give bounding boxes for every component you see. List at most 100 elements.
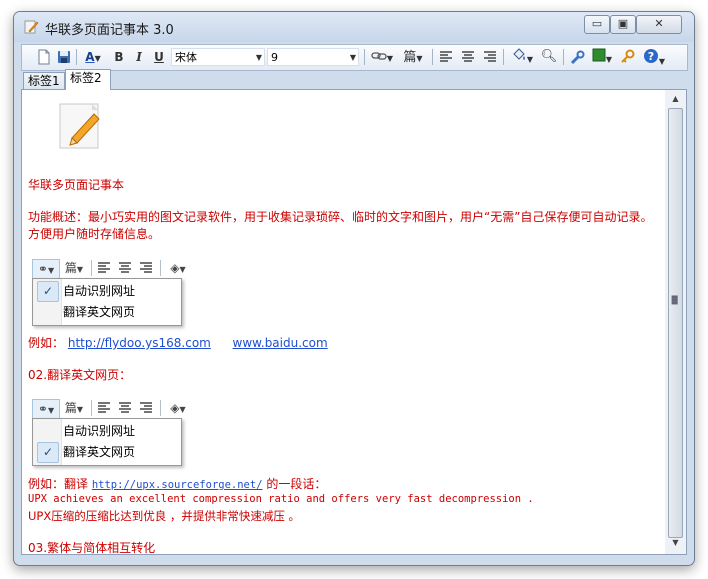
example1-link-flydoo[interactable]: http://flydoo.ys168.com xyxy=(68,336,211,350)
toolbar-separator xyxy=(91,260,92,276)
align-left-icon[interactable] xyxy=(438,48,454,66)
toolbar-separator xyxy=(503,49,504,65)
color-box-button[interactable]: ▼ xyxy=(589,48,615,66)
align-center-icon[interactable] xyxy=(460,48,476,66)
font-size-value: 9 xyxy=(271,51,278,64)
vertical-scrollbar[interactable]: ▲ ▬ ▬ ▬ ▼ xyxy=(665,89,687,555)
svg-text:?: ? xyxy=(648,50,654,63)
font-size-select[interactable]: 9 ▼ xyxy=(267,48,359,66)
chevron-down-icon: ▼ xyxy=(605,55,613,64)
scroll-up-icon[interactable]: ▲ xyxy=(665,94,686,103)
chevron-down-icon: ▼ xyxy=(94,54,101,63)
menu-item-auto-url: 自动识别网址 xyxy=(63,284,136,298)
align-right-icon xyxy=(140,262,152,273)
bold-button[interactable]: B xyxy=(111,48,127,66)
section2-title: 02.翻译英文网页： xyxy=(28,368,132,382)
toolbar-separator xyxy=(563,49,564,65)
scroll-down-icon[interactable]: ▼ xyxy=(665,538,686,547)
new-doc-icon[interactable] xyxy=(36,48,52,66)
doc-heading: 华联多页面记事本 xyxy=(28,178,125,192)
align-right-icon[interactable] xyxy=(482,48,498,66)
fill-color-icon: ◈▼ xyxy=(170,401,186,415)
italic-button[interactable]: I xyxy=(131,48,147,66)
minimize-icon: ▭ xyxy=(591,17,603,30)
find-icon[interactable]: 🔍︎ xyxy=(540,48,558,66)
upx-english-text: UPX achieves an excellent compression ra… xyxy=(28,493,534,505)
align-left-icon xyxy=(98,402,110,413)
translate-icon: 篇▼ xyxy=(64,261,84,275)
chevron-down-icon: ▼ xyxy=(658,57,666,66)
toolbar-separator xyxy=(160,260,161,276)
example2-link-upx[interactable]: http://upx.sourceforge.net/ xyxy=(92,479,263,491)
toolbar-separator xyxy=(432,49,433,65)
tab-2[interactable]: 标签2 xyxy=(65,69,111,90)
align-left-icon xyxy=(98,262,110,273)
help-icon: ? xyxy=(643,49,658,63)
font-color-button[interactable]: A▼ xyxy=(80,48,106,66)
maximize-icon: ▣ xyxy=(617,17,629,30)
window-title: 华联多页面记事本 3.0 xyxy=(45,23,174,38)
translate-icon: 篇▼ xyxy=(64,401,84,415)
document-editor[interactable]: 华联多页面记事本 功能概述：最小巧实用的图文记录软件，用于收集记录琐碎、临时的文… xyxy=(21,89,667,555)
doc-desc-line1: 功能概述：最小巧实用的图文记录软件，用于收集记录琐碎、临时的文字和图片，用户“无… xyxy=(28,210,653,224)
toolbar-separator xyxy=(91,400,92,416)
link-menu-dropdown-2: 自动识别网址 ✓ 翻译英文网页 xyxy=(32,418,182,466)
check-icon: ✓ xyxy=(37,442,59,463)
link-menu-button[interactable]: ▼ xyxy=(368,48,396,66)
translate-icon: 篇 xyxy=(403,50,417,65)
scrollbar-grip-icon: ▬ ▬ ▬ xyxy=(670,292,679,307)
link-icon: ⚭▼ xyxy=(32,259,60,279)
chevron-down-icon: ▼ xyxy=(526,55,534,64)
link-menu-dropdown-1: ✓ 自动识别网址 翻译英文网页 xyxy=(32,278,182,326)
close-icon: ✕ xyxy=(654,17,664,30)
example1-link-baidu[interactable]: www.baidu.com xyxy=(233,336,328,350)
menu-item-translate: 翻译英文网页 xyxy=(63,305,136,319)
embedded-toolbar-image-1: ⚭▼ 篇▼ ◈▼ xyxy=(30,257,200,279)
save-icon[interactable] xyxy=(56,48,72,66)
translate-menu-button[interactable]: 篇▼ xyxy=(398,48,428,66)
chevron-down-icon: ▼ xyxy=(386,54,394,63)
example2-suffix: 的一段话： xyxy=(266,477,327,491)
link-icon: ⚭▼ xyxy=(32,399,60,419)
toolbar-separator xyxy=(160,400,161,416)
fill-color-icon xyxy=(513,48,525,60)
check-icon: ✓ xyxy=(37,281,59,302)
embedded-toolbar-image-2: ⚭▼ 篇▼ ◈▼ xyxy=(30,397,200,419)
font-color-icon: A xyxy=(85,50,95,64)
toolbar-separator xyxy=(364,49,365,65)
chevron-down-icon: ▼ xyxy=(255,53,262,62)
tab-1[interactable]: 标签1 xyxy=(23,72,65,90)
minimize-button[interactable]: ▭ xyxy=(584,15,610,34)
doc-desc-line2: 方便用户随时存储信息。 xyxy=(28,227,161,241)
color-box-icon xyxy=(592,48,606,62)
title-bar[interactable]: 华联多页面记事本 3.0 ▭ ▣ ✕ xyxy=(14,12,694,42)
maximize-button[interactable]: ▣ xyxy=(610,15,636,34)
upx-chinese-text: UPX压缩的压缩比达到优良 ，并提供非常快速减压 。 xyxy=(28,509,301,523)
align-center-icon xyxy=(119,262,131,273)
example2-line: 例如：翻译 http://upx.sourceforge.net/ 的一段话： xyxy=(28,475,326,492)
scrollbar-thumb[interactable] xyxy=(668,108,683,538)
font-name-select[interactable]: 宋体 ▼ xyxy=(171,48,265,66)
main-toolbar: A▼ B I U 宋体 ▼ 9 ▼ ▼ 篇▼ ▼ 🔍︎ ▼ ? ▼ xyxy=(21,44,688,71)
help-button[interactable]: ? ▼ xyxy=(639,48,669,66)
align-center-icon xyxy=(119,402,131,413)
menu-item-auto-url: 自动识别网址 xyxy=(63,424,136,438)
close-button[interactable]: ✕ xyxy=(636,15,682,34)
fill-color-icon: ◈▼ xyxy=(170,261,186,275)
app-window: 华联多页面记事本 3.0 ▭ ▣ ✕ A▼ B I U 宋体 ▼ 9 ▼ ▼ 篇▼ xyxy=(13,11,695,566)
font-name-value: 宋体 xyxy=(175,51,197,64)
menu-item-translate: 翻译英文网页 xyxy=(63,445,136,459)
fill-color-button[interactable]: ▼ xyxy=(508,48,536,66)
example2-prefix: 例如：翻译 xyxy=(28,477,89,491)
toolbar-separator xyxy=(76,49,77,65)
underline-button[interactable]: U xyxy=(151,48,167,66)
tab-strip: 标签1 标签2 xyxy=(23,69,683,90)
tools-icon[interactable] xyxy=(569,48,585,66)
key-icon[interactable] xyxy=(619,48,635,66)
notepad-logo-icon xyxy=(59,103,100,149)
align-right-icon xyxy=(140,402,152,413)
section3-title: 03.繁体与简体相互转化 xyxy=(28,541,156,555)
notepad-icon xyxy=(24,20,39,34)
example1-line: 例如： http://flydoo.ys168.com www.baidu.co… xyxy=(28,334,328,351)
example1-prefix: 例如： xyxy=(28,336,65,350)
